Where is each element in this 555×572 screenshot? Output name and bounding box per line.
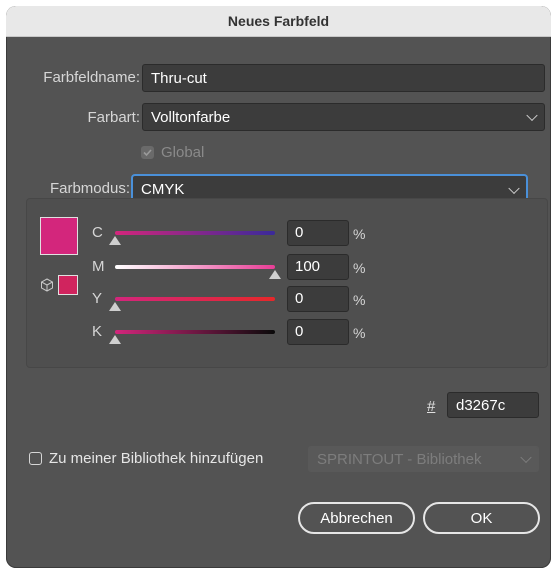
hash-symbol: # (427, 398, 436, 415)
ok-button[interactable]: OK (423, 502, 540, 534)
cube-icon[interactable] (40, 278, 54, 292)
new-swatch-dialog: Neues Farbfeld Farbfeldname: Thru-cut Fa… (6, 6, 551, 568)
out-of-gamut-swatch[interactable] (58, 275, 78, 295)
percent-unit-c: % (353, 226, 366, 242)
value-input-c[interactable]: 0 (287, 220, 349, 246)
slider-track-y[interactable] (115, 297, 275, 301)
chevron-down-icon (526, 109, 538, 122)
cancel-button-label: Abbrechen (320, 509, 393, 527)
color-type-select[interactable]: Volltonfarbe (142, 103, 545, 131)
slider-thumb-y[interactable] (109, 302, 121, 311)
channel-label-y: Y (92, 290, 103, 307)
swatch-name-label: Farbfeldname: (43, 69, 140, 86)
global-label: Global (161, 144, 205, 161)
channel-label-c: C (92, 224, 103, 241)
check-icon (143, 149, 152, 157)
color-type-value: Volltonfarbe (151, 108, 231, 126)
percent-unit-m: % (353, 260, 366, 276)
slider-thumb-c[interactable] (109, 236, 121, 245)
cancel-button[interactable]: Abbrechen (298, 502, 415, 534)
color-mode-value: CMYK (141, 181, 185, 198)
chevron-down-icon (520, 451, 532, 464)
global-checkbox[interactable] (141, 146, 154, 159)
slider-thumb-k[interactable] (109, 335, 121, 344)
color-type-label: Farbart: (87, 109, 140, 126)
ok-button-label: OK (470, 509, 493, 527)
channel-label-k: K (92, 323, 103, 340)
slider-track-c[interactable] (115, 231, 275, 235)
slider-track-m[interactable] (115, 265, 275, 269)
add-to-library-checkbox[interactable] (29, 452, 42, 465)
dialog-title: Neues Farbfeld (227, 13, 330, 29)
hex-value: d3267c (456, 396, 506, 414)
percent-unit-k: % (353, 325, 366, 341)
title-bar: Neues Farbfeld (6, 6, 551, 37)
value-input-m[interactable]: 100 (287, 254, 349, 280)
slider-thumb-m[interactable] (269, 270, 281, 279)
hex-input[interactable]: d3267c (447, 392, 539, 418)
chevron-down-icon (508, 182, 520, 194)
color-mixer-panel: C 0 % M 100 % Y 0 % K 0 % (26, 198, 548, 368)
color-mode-label: Farbmodus: (49, 180, 130, 197)
add-to-library-label: Zu meiner Bibliothek hinzufügen (49, 450, 264, 467)
value-input-y[interactable]: 0 (287, 286, 349, 312)
channel-label-m: M (92, 258, 105, 275)
percent-unit-y: % (353, 292, 366, 308)
swatch-name-value: Thru-cut (151, 69, 207, 87)
library-select[interactable]: SPRINTOUT - Bibliothek (308, 446, 539, 472)
value-input-k[interactable]: 0 (287, 319, 349, 345)
color-preview-swatch (40, 217, 78, 255)
library-select-value: SPRINTOUT - Bibliothek (317, 450, 482, 468)
slider-track-k[interactable] (115, 330, 275, 334)
swatch-name-input[interactable]: Thru-cut (142, 64, 545, 92)
